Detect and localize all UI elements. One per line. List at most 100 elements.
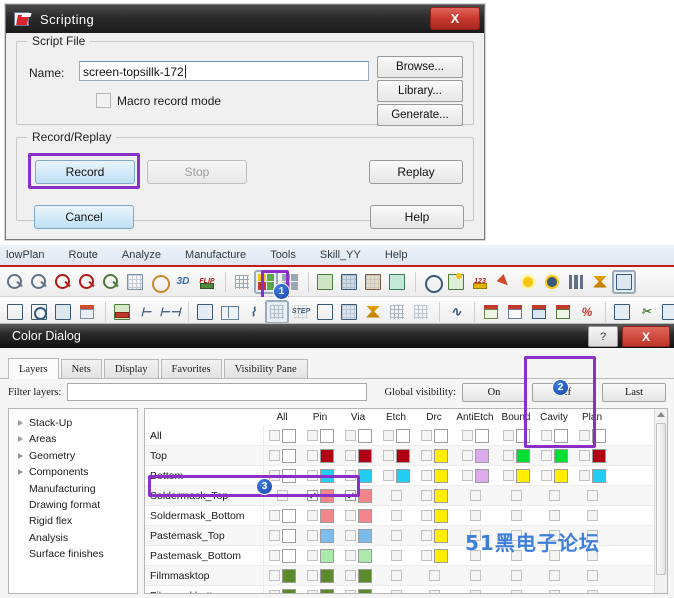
net-info-icon[interactable] xyxy=(421,271,443,293)
checkbox-icon[interactable] xyxy=(510,570,522,581)
macro-record-mode-checkbox[interactable]: Macro record mode xyxy=(96,93,221,108)
layer-name-cell[interactable]: Top xyxy=(145,445,264,466)
layer-cell-antietch[interactable] xyxy=(453,565,497,586)
checkbox-icon[interactable] xyxy=(268,550,280,561)
layer-cell-all[interactable] xyxy=(263,545,301,566)
layer-cell-cavity[interactable] xyxy=(535,565,573,586)
checkbox-icon[interactable] xyxy=(344,530,356,541)
color-swatch[interactable] xyxy=(433,548,448,563)
checkbox-icon[interactable] xyxy=(578,470,590,481)
swap-components-icon[interactable] xyxy=(362,271,384,293)
checkbox-icon[interactable] xyxy=(540,450,552,461)
color-swatch[interactable] xyxy=(433,448,448,463)
checkbox-icon[interactable] xyxy=(586,570,598,581)
shape-delete-icon[interactable] xyxy=(52,301,74,323)
tree-item-manufacturing[interactable]: Manufacturing xyxy=(13,481,133,497)
report-open-icon[interactable] xyxy=(504,301,526,323)
checkbox-icon[interactable] xyxy=(586,590,598,593)
replay-button[interactable]: Replay xyxy=(369,160,463,184)
tree-item-geometry[interactable]: Geometry xyxy=(13,448,133,464)
color-swatch[interactable] xyxy=(281,508,296,523)
z-copy-icon[interactable] xyxy=(410,301,432,323)
color-swatch[interactable] xyxy=(433,528,448,543)
checkbox-icon[interactable] xyxy=(420,510,432,521)
layer-cell-bound[interactable] xyxy=(497,465,535,486)
checkbox-icon[interactable] xyxy=(306,450,318,461)
layer-name-cell[interactable]: Pastemask_Top xyxy=(145,525,264,546)
zoom-previous-icon[interactable] xyxy=(100,271,122,293)
flip-design-icon[interactable]: FLIP xyxy=(196,271,218,293)
scripting-close-button[interactable]: X xyxy=(430,7,480,30)
color-swatch[interactable] xyxy=(433,468,448,483)
layer-cell-etch[interactable] xyxy=(377,565,415,586)
layer-cell-drc[interactable] xyxy=(415,426,453,446)
checkbox-icon[interactable] xyxy=(548,510,560,521)
measure-h-icon[interactable]: ⊢ xyxy=(135,301,157,323)
checkbox-icon[interactable] xyxy=(306,570,318,581)
layer-cell-via[interactable] xyxy=(339,426,377,446)
checkbox-icon[interactable] xyxy=(469,590,481,593)
script-name-input[interactable]: screen-topsillk-172 xyxy=(79,61,369,81)
report-icon[interactable] xyxy=(480,301,502,323)
copy-icon[interactable] xyxy=(611,301,633,323)
color-swatch[interactable] xyxy=(553,448,568,463)
layer-cell-bound[interactable] xyxy=(497,505,535,526)
tab-layers[interactable]: Layers xyxy=(8,358,59,379)
layer-cell-drc[interactable] xyxy=(415,525,453,546)
checkbox-icon[interactable] xyxy=(578,450,590,461)
layer-cell-via[interactable] xyxy=(339,585,377,593)
route-book-icon[interactable] xyxy=(218,301,240,323)
color-swatch[interactable] xyxy=(281,528,296,543)
table-row[interactable]: Top xyxy=(145,445,667,466)
layer-cell-pin[interactable] xyxy=(301,545,339,566)
layer-cell-via[interactable] xyxy=(339,445,377,466)
layer-cell-cavity[interactable] xyxy=(535,485,573,506)
layer-cell-all[interactable] xyxy=(263,505,301,526)
checkbox-icon[interactable] xyxy=(420,470,432,481)
checkbox-icon[interactable] xyxy=(344,570,356,581)
layer-cell-all[interactable] xyxy=(263,445,301,466)
layer-cell-via[interactable] xyxy=(339,565,377,586)
checkbox-icon[interactable] xyxy=(382,450,394,461)
color-swatch[interactable] xyxy=(515,468,530,483)
layer-cell-cavity[interactable] xyxy=(535,505,573,526)
color-swatch[interactable] xyxy=(395,468,410,483)
highlight-icon[interactable] xyxy=(493,271,515,293)
checkbox-icon[interactable] xyxy=(306,530,318,541)
layer-cell-antietch[interactable] xyxy=(453,485,497,506)
place-manual-icon[interactable] xyxy=(314,271,336,293)
copper-pour-icon[interactable] xyxy=(111,301,133,323)
checkbox-icon[interactable] xyxy=(420,430,432,441)
color-swatch[interactable] xyxy=(515,448,530,463)
checkbox-icon[interactable] xyxy=(420,450,432,461)
scrollbar-thumb[interactable] xyxy=(656,423,666,575)
table-row[interactable]: Filmmaskbottom xyxy=(145,585,667,593)
checkbox-icon[interactable] xyxy=(268,570,280,581)
layer-cell-via[interactable] xyxy=(339,505,377,526)
checkbox-icon[interactable] xyxy=(268,430,280,441)
tree-item-areas[interactable]: Areas xyxy=(13,431,133,447)
color-swatch[interactable] xyxy=(319,528,334,543)
layer-cell-bound[interactable] xyxy=(497,485,535,506)
stripes-icon[interactable] xyxy=(565,271,587,293)
checkbox-icon[interactable] xyxy=(268,450,280,461)
checkbox-icon[interactable] xyxy=(548,490,560,501)
checkbox-icon[interactable] xyxy=(510,590,522,593)
layer-cell-drc[interactable] xyxy=(415,485,453,506)
color-dialog-close-button[interactable]: X xyxy=(622,326,670,347)
menu-item-manufacture[interactable]: Manufacture xyxy=(185,249,246,261)
layer-cell-drc[interactable] xyxy=(415,545,453,566)
color-swatch[interactable] xyxy=(474,468,489,483)
color-swatch[interactable] xyxy=(395,448,410,463)
checkbox-icon[interactable] xyxy=(461,450,473,461)
layer-cell-drc[interactable] xyxy=(415,445,453,466)
layer-cell-plan[interactable] xyxy=(573,445,611,466)
checkbox-icon[interactable] xyxy=(586,510,598,521)
zoom-fit-icon[interactable] xyxy=(4,271,26,293)
zoom-out-icon[interactable] xyxy=(76,271,98,293)
checkbox-icon[interactable] xyxy=(428,570,440,581)
color-swatch[interactable] xyxy=(281,428,296,443)
report-lock-icon[interactable] xyxy=(528,301,550,323)
checkbox-icon[interactable] xyxy=(344,430,356,441)
color-swatch[interactable] xyxy=(319,588,334,593)
